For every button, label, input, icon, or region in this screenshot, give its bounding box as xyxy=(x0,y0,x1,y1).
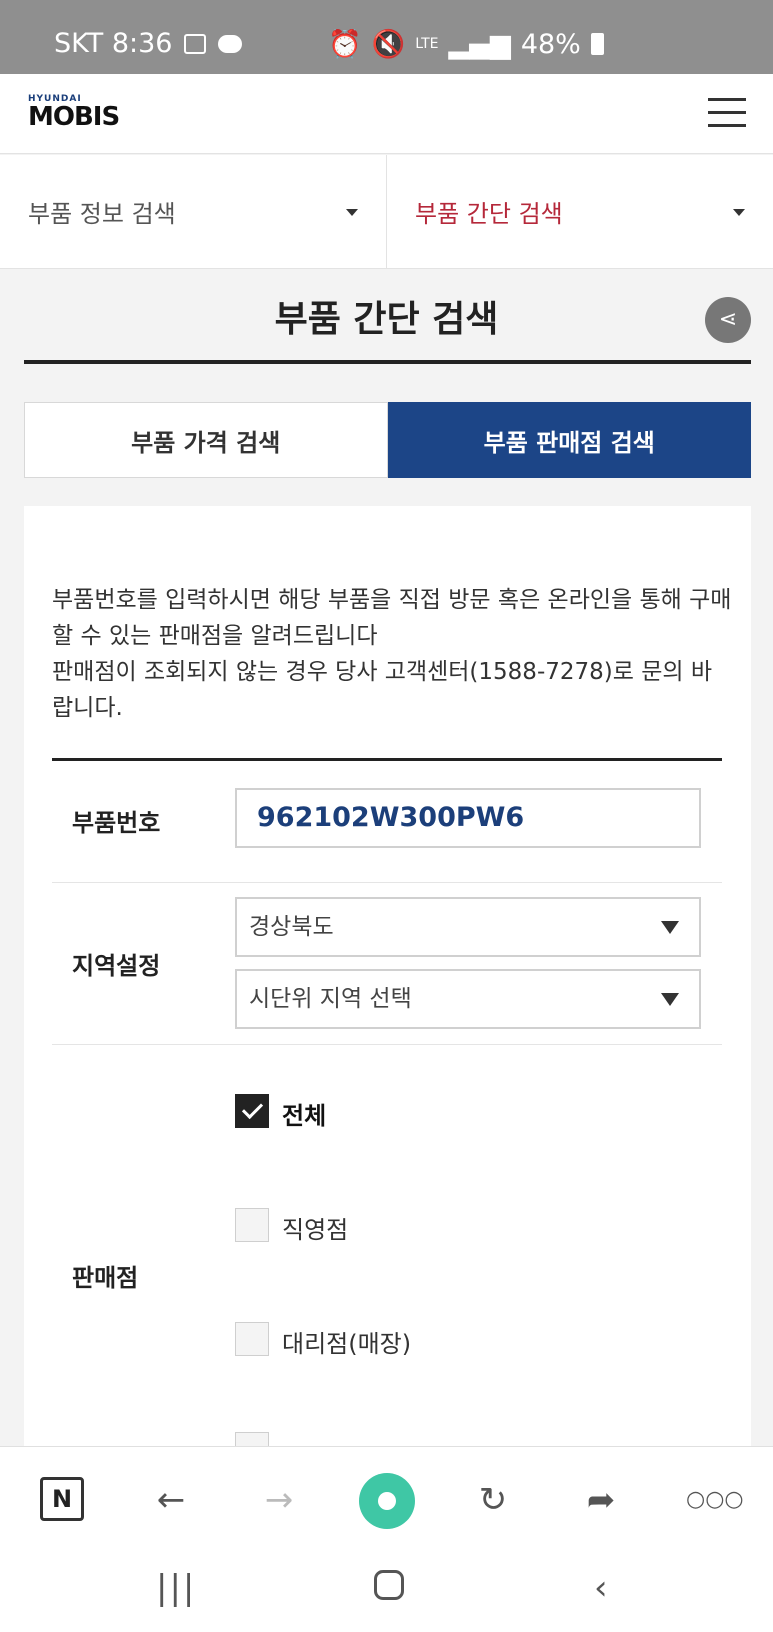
province-select[interactable]: 경상북도 xyxy=(235,897,701,957)
share-arrow-icon[interactable]: ➦ xyxy=(578,1477,624,1523)
description-line: 판매점이 조회되지 않는 경우 당사 고객센터(1588-7278)로 문의 바… xyxy=(52,659,713,721)
recent-apps-icon[interactable]: ||| xyxy=(156,1568,196,1608)
refresh-icon[interactable]: ↻ xyxy=(470,1477,516,1523)
nav-part-info-dropdown[interactable]: 부품 정보 검색 xyxy=(0,155,386,268)
caret-down-icon xyxy=(346,208,358,216)
site-header: HYUNDAI MOBIS xyxy=(0,74,773,154)
part-number-value: 962102W300PW6 xyxy=(257,802,525,833)
mute-icon: 🔇 xyxy=(371,29,406,60)
page-title: 부품 간단 검색 xyxy=(274,299,499,340)
alarm-icon: ⏰ xyxy=(328,29,362,60)
nav-simple-search-dropdown[interactable]: 부품 간단 검색 xyxy=(386,155,773,268)
city-value: 시단위 지역 선택 xyxy=(249,986,412,1012)
system-nav-bar: ||| ‹ xyxy=(0,1550,773,1632)
hyundai-mobis-logo[interactable]: HYUNDAI MOBIS xyxy=(28,94,120,130)
back-arrow-icon[interactable]: ← xyxy=(148,1477,194,1523)
divider xyxy=(52,758,722,761)
back-icon[interactable]: ‹ xyxy=(594,1568,608,1608)
talk-icon xyxy=(218,34,243,53)
tab-price-search[interactable]: 부품 가격 검색 xyxy=(24,402,388,478)
divider xyxy=(24,360,751,364)
nav-left-label: 부품 정보 검색 xyxy=(28,200,176,228)
green-home-icon[interactable] xyxy=(359,1473,415,1529)
network-label: LTE xyxy=(415,36,439,52)
home-icon[interactable] xyxy=(374,1570,404,1600)
checkbox-agency-label[interactable]: 대리점(매장) xyxy=(282,1324,411,1359)
more-icon[interactable]: ○○○ xyxy=(686,1477,744,1523)
description-line: 부품번호를 입력하시면 해당 부품을 직접 방문 혹은 온라인을 통해 구매 할… xyxy=(52,587,732,649)
checkbox-all[interactable] xyxy=(235,1094,269,1128)
search-form-card: 부품번호를 입력하시면 해당 부품을 직접 방문 혹은 온라인을 통해 구매 할… xyxy=(24,506,751,1466)
browser-toolbar: N ← → ↻ ➦ ○○○ xyxy=(0,1446,773,1550)
status-bar: SKT 8:36 ⏰ 🔇 LTE ▂▄▆ 48% xyxy=(0,0,773,74)
gallery-icon xyxy=(184,33,207,54)
province-value: 경상북도 xyxy=(249,914,334,940)
caret-down-icon xyxy=(733,208,745,216)
checkbox-agency[interactable] xyxy=(235,1322,269,1356)
n-icon[interactable]: N xyxy=(40,1477,84,1521)
category-nav: 부품 정보 검색 부품 간단 검색 xyxy=(0,155,773,269)
divider xyxy=(52,1044,722,1045)
signal-icon: ▂▄▆ xyxy=(448,28,511,60)
city-select[interactable]: 시단위 지역 선택 xyxy=(235,969,701,1029)
battery-icon xyxy=(590,33,604,55)
divider xyxy=(52,882,722,883)
description: 부품번호를 입력하시면 해당 부품을 직접 방문 혹은 온라인을 통해 구매 할… xyxy=(52,582,732,726)
share-icon[interactable]: ⋖ xyxy=(705,297,751,343)
nav-right-label: 부품 간단 검색 xyxy=(415,200,563,228)
checkbox-direct-store-label[interactable]: 직영점 xyxy=(282,1210,348,1245)
dealer-type-label: 판매점 xyxy=(72,1264,139,1292)
search-tabs: 부품 가격 검색 부품 판매점 검색 xyxy=(24,402,751,478)
carrier-time: SKT 8:36 xyxy=(54,28,173,59)
region-label: 지역설정 xyxy=(72,952,161,980)
tab-dealer-search[interactable]: 부품 판매점 검색 xyxy=(387,402,751,478)
dropdown-arrow-icon xyxy=(661,993,679,1006)
battery-text: 48% xyxy=(520,28,581,60)
forward-arrow-icon[interactable]: → xyxy=(256,1477,302,1523)
part-number-label: 부품번호 xyxy=(72,809,161,837)
dropdown-arrow-icon xyxy=(661,921,679,934)
part-number-input[interactable]: 962102W300PW6 xyxy=(235,788,701,848)
hamburger-icon[interactable] xyxy=(708,98,746,128)
checkbox-direct-store[interactable] xyxy=(235,1208,269,1242)
checkbox-all-label[interactable]: 전체 xyxy=(282,1096,326,1131)
